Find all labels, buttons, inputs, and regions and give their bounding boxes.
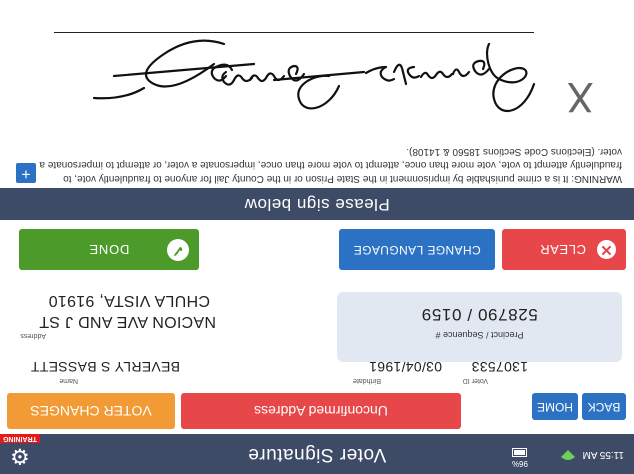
change-language-button[interactable]: CHANGE LANGUAGE xyxy=(339,229,495,270)
signature-line xyxy=(54,32,534,33)
status-bar: 11:55 AM 96% Voter Signature ⚙ TRAINING xyxy=(0,434,634,474)
address-line-2: CHULA VISTA, 91910 xyxy=(48,292,210,309)
done-label: DONE xyxy=(88,242,130,257)
precinct-panel: Precinct / Sequence # 528790 / 0159 xyxy=(337,292,622,362)
back-button[interactable]: BACK xyxy=(582,393,626,420)
birthdate-label: Birthdate xyxy=(352,377,381,384)
voter-changes-button[interactable]: VOTER CHANGES xyxy=(7,393,175,429)
signature-x-mark: X xyxy=(566,73,594,119)
voter-name: BEVERLY S BASSETT xyxy=(30,359,180,375)
precinct-value: 528790 / 0159 xyxy=(421,305,538,324)
page-title: Voter Signature xyxy=(247,444,387,465)
gear-icon[interactable]: ⚙ xyxy=(10,444,30,469)
precinct-label: Precinct / Sequence # xyxy=(435,330,524,340)
home-button[interactable]: HOME xyxy=(532,393,578,420)
unconfirmed-address-button[interactable]: Unconfirmed Address xyxy=(181,393,461,429)
clear-label: CLEAR xyxy=(539,242,586,257)
address-line-1: NACION AVE AND J ST xyxy=(39,313,216,330)
address-label: Address xyxy=(20,332,46,339)
clear-button[interactable]: ✕ CLEAR xyxy=(502,229,626,270)
legal-warning: WARNING: It is a crime punishable by imp… xyxy=(39,146,622,184)
name-label: Name xyxy=(59,377,78,384)
training-badge: TRAINING xyxy=(0,434,40,443)
handwritten-signature xyxy=(92,39,536,112)
screen: 11:55 AM 96% Voter Signature ⚙ TRAINING … xyxy=(0,0,634,474)
plus-icon[interactable]: + xyxy=(16,163,36,183)
close-icon: ✕ xyxy=(597,240,616,259)
voter-id-label: Voter ID xyxy=(462,377,488,384)
sign-below-banner: Please sign below xyxy=(0,188,634,220)
done-button[interactable]: ✓ DONE xyxy=(19,229,199,270)
